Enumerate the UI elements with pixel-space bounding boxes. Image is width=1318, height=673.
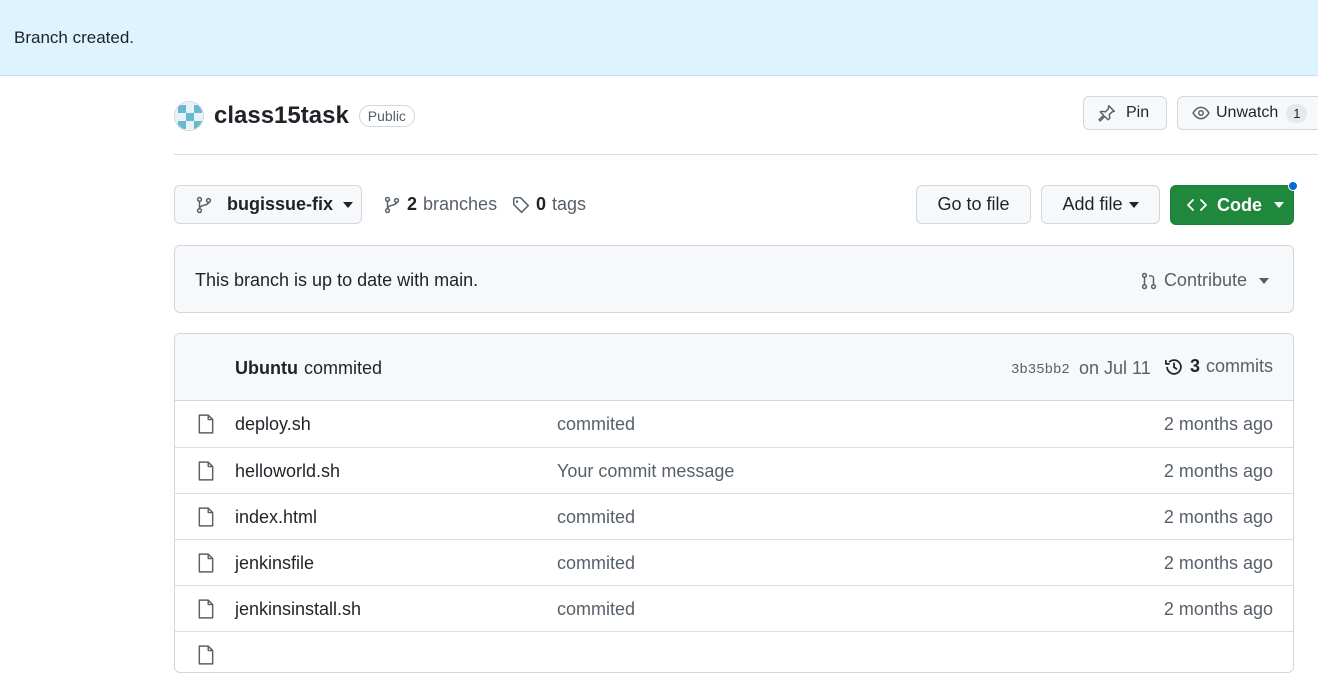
file-commit-age: 2 months ago bbox=[1163, 553, 1273, 573]
caret-down-icon bbox=[1259, 277, 1269, 284]
code-label: Code bbox=[1217, 194, 1262, 215]
file-list: deploy.sh commited 2 months ago hellowor… bbox=[175, 401, 1293, 672]
avatar[interactable] bbox=[174, 101, 204, 131]
flash-message: Branch created. bbox=[14, 28, 135, 47]
code-icon bbox=[1187, 197, 1207, 213]
commit-date: on Jul 11 bbox=[1079, 358, 1151, 378]
file-row: index.html commited 2 months ago bbox=[175, 493, 1293, 539]
history-icon bbox=[1164, 357, 1184, 377]
commits-label: commits bbox=[1206, 356, 1273, 376]
file-name-link[interactable]: index.html bbox=[235, 507, 317, 528]
go-to-file-button[interactable]: Go to file bbox=[916, 185, 1031, 224]
branches-link[interactable]: 2 branches bbox=[383, 194, 497, 215]
commits-link[interactable]: 3 commits bbox=[1164, 356, 1273, 377]
unwatch-label: Unwatch bbox=[1216, 104, 1279, 121]
file-icon bbox=[197, 414, 215, 434]
file-commit-age: 2 months ago bbox=[1163, 461, 1273, 481]
latest-commit-bar: Ubuntu commited 3b35bb2 on Jul 11 3 commi… bbox=[175, 334, 1293, 401]
file-name-link[interactable]: jenkinsinstall.sh bbox=[235, 599, 361, 620]
file-commit-message[interactable]: commited bbox=[557, 553, 635, 574]
commit-message[interactable]: commited bbox=[304, 358, 382, 378]
notification-dot bbox=[1288, 181, 1298, 191]
tags-link[interactable]: 0 tags bbox=[512, 194, 586, 215]
file-name-link[interactable]: helloworld.sh bbox=[235, 461, 340, 482]
file-commit-age: 2 months ago bbox=[1163, 507, 1273, 527]
file-icon bbox=[197, 553, 215, 573]
git-branch-icon bbox=[383, 196, 401, 214]
file-row: jenkinsinstall.sh commited 2 months ago bbox=[175, 585, 1293, 631]
contribute-label: Contribute bbox=[1163, 270, 1247, 290]
code-button[interactable]: Code bbox=[1170, 185, 1294, 225]
caret-down-icon bbox=[1128, 201, 1139, 208]
branch-status-box: This branch is up to date with main. Con… bbox=[174, 245, 1294, 313]
tag-icon bbox=[512, 196, 530, 214]
pin-icon bbox=[1098, 104, 1116, 122]
file-icon bbox=[197, 507, 215, 527]
caret-down-icon bbox=[343, 201, 354, 208]
file-commit-message[interactable]: commited bbox=[557, 414, 635, 435]
pin-button[interactable]: Pin bbox=[1083, 96, 1167, 130]
current-branch-label: bugissue-fix bbox=[227, 194, 334, 214]
file-commit-message[interactable]: commited bbox=[557, 599, 635, 620]
file-row: deploy.sh commited 2 months ago bbox=[175, 401, 1293, 447]
branch-status-message: This branch is up to date with main. bbox=[195, 270, 479, 290]
visibility-badge: Public bbox=[358, 105, 415, 127]
commit-count: 3 bbox=[1189, 356, 1200, 376]
file-icon bbox=[197, 645, 215, 665]
git-branch-icon bbox=[195, 196, 213, 214]
file-commit-age: 2 months ago bbox=[1163, 599, 1273, 619]
tags-count: 0 bbox=[536, 194, 547, 214]
file-icon bbox=[197, 461, 215, 481]
file-row: jenkinsfile commited 2 months ago bbox=[175, 539, 1293, 585]
go-to-file-label: Go to file bbox=[937, 194, 1010, 214]
file-commit-message[interactable]: Your commit message bbox=[557, 461, 734, 482]
add-file-button[interactable]: Add file bbox=[1041, 185, 1160, 224]
repo-header: class15task Public bbox=[174, 98, 415, 134]
pull-request-icon bbox=[1140, 272, 1158, 290]
file-commit-age: 2 months ago bbox=[1163, 414, 1273, 434]
branches-count: 2 bbox=[407, 194, 418, 214]
watch-counter: 1 bbox=[1286, 103, 1308, 123]
pin-label: Pin bbox=[1126, 104, 1150, 121]
file-name-link[interactable]: deploy.sh bbox=[235, 414, 311, 435]
contribute-dropdown[interactable]: Contribute bbox=[1140, 270, 1269, 291]
branches-label: branches bbox=[423, 194, 498, 214]
file-icon bbox=[197, 599, 215, 619]
file-browser: Ubuntu commited 3b35bb2 on Jul 11 3 commi… bbox=[174, 333, 1294, 673]
caret-down-icon bbox=[1274, 202, 1284, 208]
latest-commit-summary: Ubuntu commited bbox=[235, 358, 382, 379]
tags-label: tags bbox=[552, 194, 587, 214]
file-row bbox=[175, 631, 1293, 672]
eye-icon bbox=[1192, 104, 1210, 122]
commit-author[interactable]: Ubuntu bbox=[235, 358, 298, 378]
file-commit-message[interactable]: commited bbox=[557, 507, 635, 528]
file-name-link[interactable]: jenkinsfile bbox=[235, 553, 314, 574]
file-row: helloworld.sh Your commit message 2 mont… bbox=[175, 447, 1293, 493]
unwatch-button[interactable]: Unwatch 1 bbox=[1177, 96, 1318, 130]
repo-name-link[interactable]: class15task bbox=[214, 102, 349, 130]
flash-banner: Branch created. bbox=[0, 0, 1318, 76]
branch-selector[interactable]: bugissue-fix bbox=[174, 185, 362, 224]
header-divider bbox=[174, 154, 1318, 155]
add-file-label: Add file bbox=[1062, 194, 1123, 214]
commit-sha[interactable]: 3b35bb2 bbox=[1011, 362, 1070, 378]
